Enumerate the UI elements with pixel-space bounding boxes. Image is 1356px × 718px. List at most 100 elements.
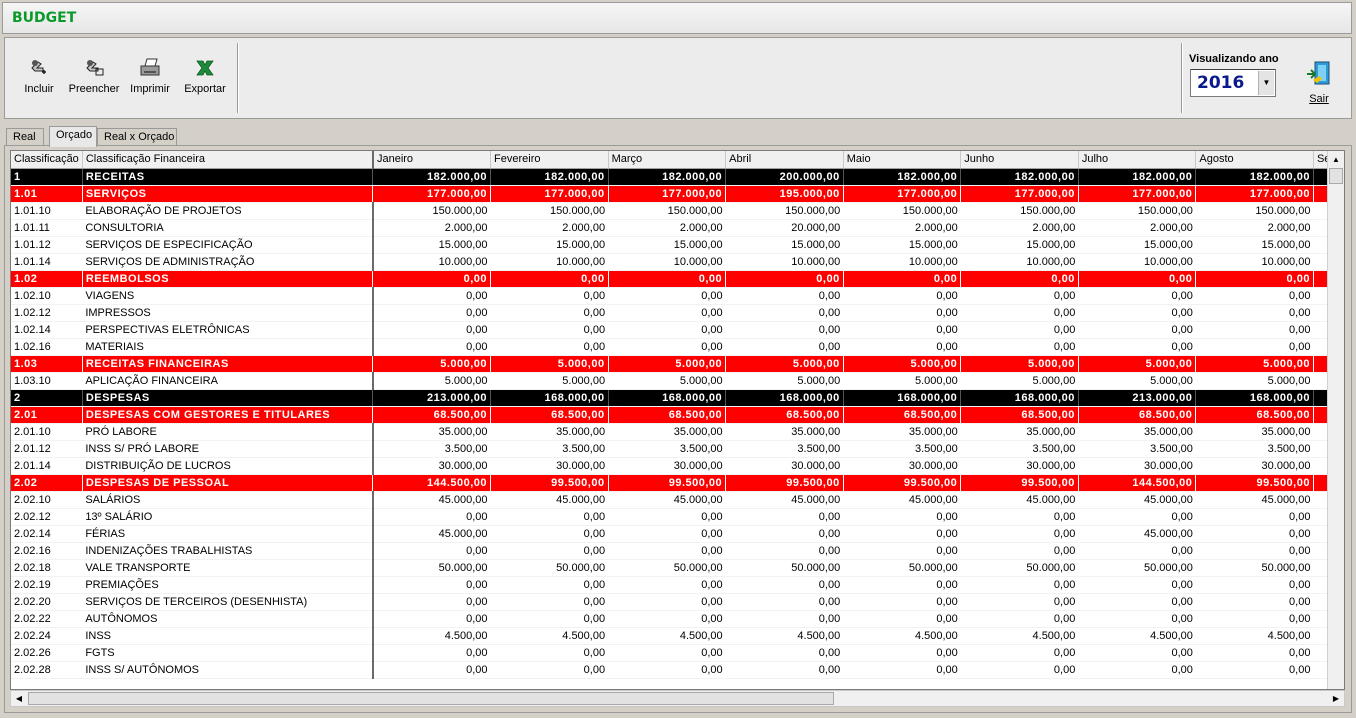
- account-name-cell[interactable]: SERVIÇOS DE ADMINISTRAÇÃO: [82, 253, 374, 271]
- value-cell[interactable]: 0,00: [1195, 661, 1314, 679]
- value-cell[interactable]: 30.000,00: [843, 457, 961, 475]
- value-cell[interactable]: 50.000,00: [490, 559, 609, 577]
- account-name-cell[interactable]: PERSPECTIVAS ELETRÔNICAS: [82, 321, 374, 339]
- account-code-cell[interactable]: 1.01.12: [11, 236, 83, 254]
- account-name-cell[interactable]: PRÓ LABORE: [82, 423, 374, 441]
- value-cell[interactable]: 0,00: [372, 508, 491, 526]
- value-cell[interactable]: 0,00: [1078, 542, 1196, 560]
- value-cell[interactable]: 10.000,00: [608, 253, 726, 271]
- value-cell[interactable]: 0,00: [960, 661, 1079, 679]
- section-row[interactable]: 1.01 SERVIÇOS 177.000,00 177.000,00 177.000,…: [11, 185, 1344, 203]
- value-cell[interactable]: 0,00: [608, 508, 726, 526]
- value-cell[interactable]: 15.000,00: [1195, 236, 1314, 254]
- value-cell[interactable]: 5.000,00: [725, 372, 844, 390]
- value-cell[interactable]: 0,00: [608, 270, 727, 288]
- value-cell[interactable]: 45.000,00: [1195, 491, 1314, 509]
- value-cell[interactable]: 0,00: [1195, 287, 1314, 305]
- exportar-button[interactable]: Exportar: [173, 56, 237, 108]
- table-row[interactable]: 2.02.28 INSS S/ AUTÔNOMOS 0,00 0,00 0,00 0,00…: [11, 661, 1344, 679]
- value-cell[interactable]: 0,00: [1078, 661, 1196, 679]
- value-cell[interactable]: 0,00: [1195, 576, 1314, 594]
- value-cell[interactable]: 150.000,00: [1078, 202, 1196, 220]
- value-cell[interactable]: 150.000,00: [843, 202, 961, 220]
- tab-orcado[interactable]: Orçado: [49, 126, 97, 147]
- value-cell[interactable]: 99.500,00: [608, 474, 727, 492]
- value-cell[interactable]: 5.000,00: [372, 372, 491, 390]
- value-cell[interactable]: 0,00: [490, 644, 609, 662]
- value-cell[interactable]: 177.000,00: [372, 185, 492, 203]
- table-row[interactable]: 1.01.14 SERVIÇOS DE ADMINISTRAÇÃO 10.000,0…: [11, 253, 1344, 271]
- value-cell[interactable]: 144.500,00: [372, 474, 492, 492]
- value-cell[interactable]: 30.000,00: [608, 457, 726, 475]
- account-code-cell[interactable]: 1.03: [11, 355, 83, 373]
- value-cell[interactable]: 0,00: [1195, 525, 1314, 543]
- value-cell[interactable]: 0,00: [725, 661, 844, 679]
- value-cell[interactable]: 0,00: [372, 644, 491, 662]
- value-cell[interactable]: 5.000,00: [490, 372, 609, 390]
- value-cell[interactable]: 45.000,00: [372, 525, 491, 543]
- value-cell[interactable]: 0,00: [490, 508, 609, 526]
- value-cell[interactable]: 0,00: [725, 525, 844, 543]
- horizontal-scroll-thumb[interactable]: [28, 692, 834, 705]
- value-cell[interactable]: 0,00: [1078, 270, 1197, 288]
- value-cell[interactable]: 0,00: [725, 644, 844, 662]
- table-row[interactable]: 2.02.22 AUTÔNOMOS 0,00 0,00 0,00 0,00 0,00 0,00…: [11, 610, 1344, 628]
- account-name-cell[interactable]: INSS S/ AUTÔNOMOS: [82, 661, 374, 679]
- value-cell[interactable]: 195.000,00: [725, 185, 844, 203]
- value-cell[interactable]: 10.000,00: [1195, 253, 1314, 271]
- value-cell[interactable]: 0,00: [1078, 508, 1196, 526]
- value-cell[interactable]: 0,00: [608, 338, 726, 356]
- section-row[interactable]: 1.02 REEMBOLSOS 0,00 0,00 0,00 0,00 0,00 0,00 0,…: [11, 270, 1344, 288]
- account-name-cell[interactable]: MATERIAIS: [82, 338, 374, 356]
- tab-real[interactable]: Real: [6, 128, 44, 146]
- chevron-down-icon[interactable]: ▼: [1258, 71, 1274, 95]
- value-cell[interactable]: 4.500,00: [843, 627, 961, 645]
- value-cell[interactable]: 15.000,00: [608, 236, 726, 254]
- account-code-cell[interactable]: 2.02.14: [11, 525, 83, 543]
- table-row[interactable]: 2.02.18 VALE TRANSPORTE 50.000,00 50.000,00…: [11, 559, 1344, 577]
- column-header[interactable]: Abril: [725, 151, 844, 169]
- value-cell[interactable]: 0,00: [490, 304, 609, 322]
- value-cell[interactable]: 4.500,00: [372, 627, 491, 645]
- value-cell[interactable]: 0,00: [372, 542, 491, 560]
- value-cell[interactable]: 182.000,00: [960, 168, 1079, 186]
- column-header[interactable]: Classificação Financeira: [82, 151, 374, 169]
- value-cell[interactable]: 10.000,00: [490, 253, 609, 271]
- value-cell[interactable]: 15.000,00: [372, 236, 491, 254]
- value-cell[interactable]: 182.000,00: [608, 168, 727, 186]
- value-cell[interactable]: 3.500,00: [490, 440, 609, 458]
- value-cell[interactable]: 4.500,00: [608, 627, 726, 645]
- value-cell[interactable]: 68.500,00: [1078, 406, 1197, 424]
- account-name-cell[interactable]: RECEITAS: [82, 168, 374, 186]
- value-cell[interactable]: 0,00: [490, 593, 609, 611]
- account-name-cell[interactable]: 13º SALÁRIO: [82, 508, 374, 526]
- value-cell[interactable]: 2.000,00: [1078, 219, 1196, 237]
- value-cell[interactable]: 68.500,00: [490, 406, 609, 424]
- value-cell[interactable]: 5.000,00: [1078, 372, 1196, 390]
- value-cell[interactable]: 3.500,00: [372, 440, 491, 458]
- value-cell[interactable]: 0,00: [960, 542, 1079, 560]
- account-code-cell[interactable]: 1.02.14: [11, 321, 83, 339]
- value-cell[interactable]: 177.000,00: [843, 185, 962, 203]
- account-code-cell[interactable]: 1.02.16: [11, 338, 83, 356]
- column-header[interactable]: Maio: [843, 151, 962, 169]
- value-cell[interactable]: 4.500,00: [490, 627, 609, 645]
- value-cell[interactable]: 35.000,00: [1195, 423, 1314, 441]
- value-cell[interactable]: 182.000,00: [490, 168, 609, 186]
- value-cell[interactable]: 35.000,00: [843, 423, 961, 441]
- account-code-cell[interactable]: 2.01.10: [11, 423, 83, 441]
- value-cell[interactable]: 45.000,00: [843, 491, 961, 509]
- value-cell[interactable]: 5.000,00: [960, 355, 1079, 373]
- value-cell[interactable]: 5.000,00: [608, 372, 726, 390]
- value-cell[interactable]: 0,00: [490, 542, 609, 560]
- value-cell[interactable]: 0,00: [1195, 508, 1314, 526]
- value-cell[interactable]: 99.500,00: [490, 474, 609, 492]
- value-cell[interactable]: 99.500,00: [960, 474, 1079, 492]
- value-cell[interactable]: 3.500,00: [843, 440, 961, 458]
- value-cell[interactable]: 0,00: [960, 610, 1079, 628]
- table-row[interactable]: 1.02.16 MATERIAIS 0,00 0,00 0,00 0,00 0,00 0,00…: [11, 338, 1344, 356]
- value-cell[interactable]: 0,00: [1078, 338, 1196, 356]
- value-cell[interactable]: 0,00: [372, 576, 491, 594]
- value-cell[interactable]: 177.000,00: [608, 185, 727, 203]
- value-cell[interactable]: 0,00: [960, 525, 1079, 543]
